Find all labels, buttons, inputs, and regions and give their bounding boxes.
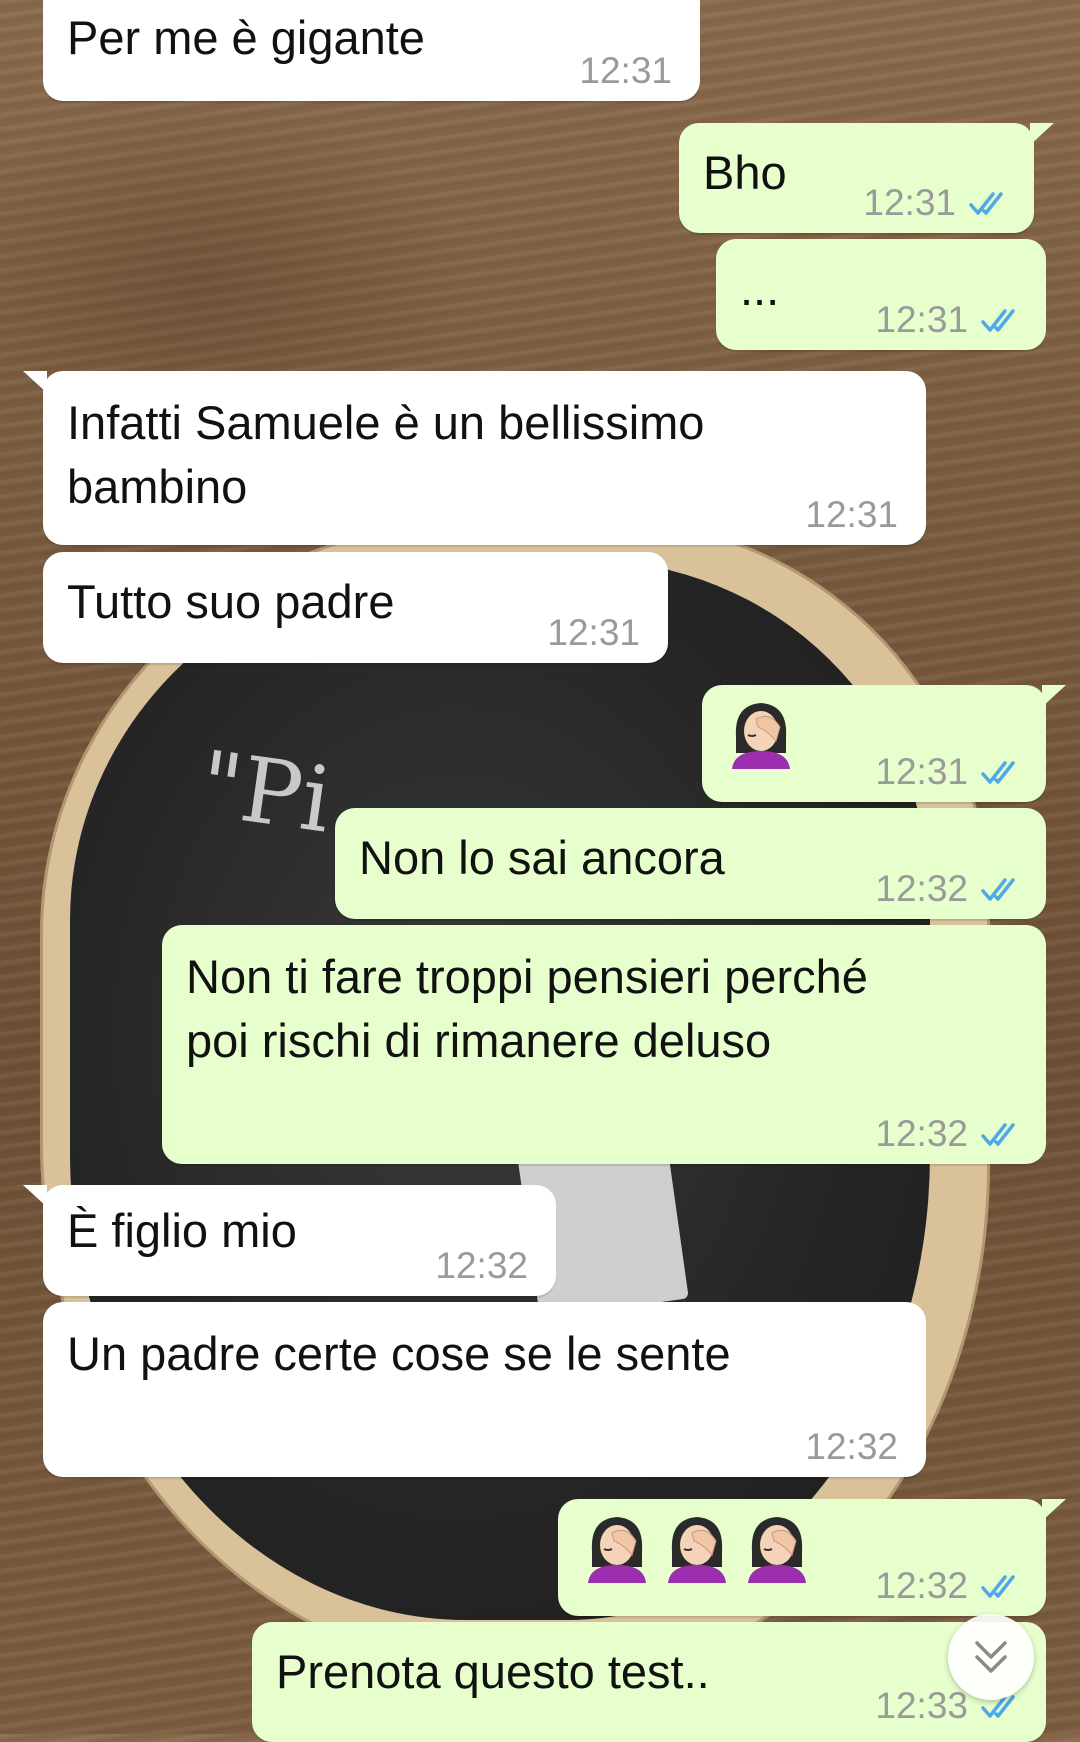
- message-time: 12:31: [579, 50, 672, 91]
- message-text: Bho: [703, 146, 787, 199]
- scroll-to-bottom-button[interactable]: [948, 1614, 1034, 1700]
- message-time: 12:31: [547, 612, 640, 653]
- message-time: 12:32: [805, 1426, 898, 1467]
- message-outgoing[interactable]: Prenota questo test.. 12:33: [252, 1622, 1046, 1742]
- message-time: 12:33: [875, 1685, 968, 1726]
- message-time: 12:31: [875, 299, 968, 340]
- message-incoming[interactable]: Infatti Samuele è un bellissimo bambino …: [23, 371, 926, 545]
- message-text: Infatti Samuele è un bellissimo bambino: [67, 396, 705, 513]
- message-incoming[interactable]: Tutto suo padre 12:31: [43, 552, 668, 663]
- double-check-icon: [981, 1123, 1015, 1146]
- message-outgoing[interactable]: 12:32: [558, 1499, 1066, 1616]
- message-time: 12:31: [863, 182, 956, 223]
- double-check-icon: [981, 1575, 1015, 1598]
- double-check-icon: [981, 309, 1015, 332]
- message-text: È figlio mio: [67, 1204, 297, 1257]
- message-time: 12:32: [875, 1113, 968, 1154]
- message-outgoing[interactable]: Non ti fare troppi pensieri perché poi r…: [162, 925, 1046, 1164]
- message-incoming[interactable]: Un padre certe cose se le sente 12:32: [43, 1302, 926, 1477]
- message-outgoing[interactable]: Non lo sai ancora 12:32: [335, 808, 1046, 919]
- message-time: 12:32: [875, 868, 968, 909]
- woman-facepalming-icon: [748, 1517, 806, 1583]
- message-text: Tutto suo padre: [67, 575, 395, 628]
- message-text: Per me è gigante: [67, 11, 425, 64]
- message-text: Non lo sai ancora: [359, 831, 725, 884]
- message-incoming[interactable]: Per me è gigante 12:31: [23, 0, 700, 101]
- message-text: Prenota questo test..: [276, 1645, 710, 1698]
- message-time: 12:32: [435, 1245, 528, 1286]
- double-chevron-down-icon: [975, 1641, 1007, 1673]
- double-check-icon: [969, 192, 1003, 215]
- message-time: 12:31: [805, 494, 898, 535]
- message-outgoing[interactable]: 12:31: [702, 685, 1066, 802]
- woman-facepalming-icon: [588, 1517, 646, 1583]
- message-text: Un padre certe cose se le sente: [67, 1327, 731, 1380]
- message-incoming[interactable]: È figlio mio 12:32: [23, 1185, 556, 1296]
- woman-facepalming-icon: [668, 1517, 726, 1583]
- message-time: 12:31: [875, 751, 968, 792]
- message-text: ...: [740, 262, 780, 315]
- double-check-icon: [981, 878, 1015, 901]
- message-text: Non ti fare troppi pensieri perché poi r…: [186, 950, 868, 1067]
- double-check-icon: [981, 761, 1015, 784]
- woman-facepalming-icon: [732, 703, 790, 769]
- message-outgoing[interactable]: ... 12:31: [716, 239, 1046, 350]
- message-time: 12:32: [875, 1565, 968, 1606]
- message-outgoing[interactable]: Bho 12:31: [679, 123, 1054, 233]
- wallpaper-chalk-marks: "Pi: [193, 731, 338, 854]
